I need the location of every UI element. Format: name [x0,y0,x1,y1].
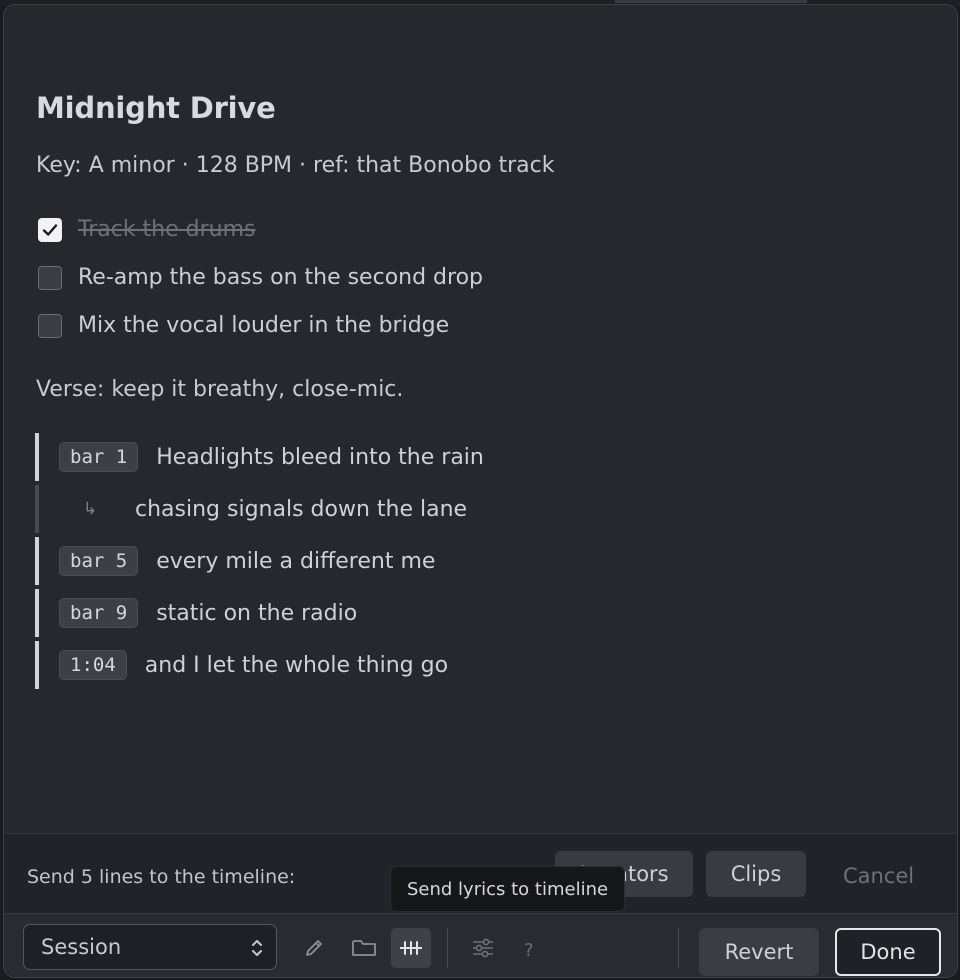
pencil-icon [306,940,322,956]
chevron-up-down-icon [252,940,262,956]
lyric-text: and I let the whole thing go [144,652,449,678]
toolbar-divider [447,928,448,968]
todo-label: Re-amp the bass on the second drop [78,265,484,290]
lyric-text: static on the radio [156,600,358,626]
lyric-line-continuation[interactable]: ↳ chasing signals down the lane [35,485,739,533]
bar-tag[interactable]: bar 9 [59,598,139,628]
lyric-line[interactable]: bar 1 Headlights bleed into the rain [35,433,739,481]
todo-item[interactable]: Mix the vocal louder in the bridge [38,313,449,338]
toolbar-divider [678,928,679,968]
send-to-timeline-button[interactable] [391,928,431,968]
lyric-text: every mile a different me [156,548,436,574]
todo-label: Track the drums [78,217,256,242]
todo-item[interactable]: Re-amp the bass on the second drop [38,265,483,290]
folder-icon [352,940,376,956]
time-tag[interactable]: 1:04 [59,650,127,680]
revert-button[interactable]: Revert [699,928,819,976]
select-value: Session [41,935,122,959]
mixer-button[interactable] [463,928,503,968]
verse-note: Verse: keep it breathy, close-mic. [36,377,404,402]
lyric-line[interactable]: bar 9 static on the radio [35,589,739,637]
background-tab-edge [615,0,807,3]
todo-label: Mix the vocal louder in the bridge [78,313,450,338]
cancel-button[interactable]: Cancel [843,864,914,888]
bar-tag[interactable]: bar 1 [59,442,139,472]
bar-tag[interactable]: bar 5 [59,546,139,576]
session-select[interactable]: Session [23,924,277,970]
checkmark-icon [42,223,58,236]
note-title: Midnight Drive [36,91,276,125]
done-button[interactable]: Done [835,928,941,976]
lyric-text: chasing signals down the lane [135,496,468,522]
tooltip: Send lyrics to timeline [390,866,626,912]
timeline-markers-icon [400,941,422,955]
checkbox[interactable] [38,265,62,290]
continuation-arrow-icon: ↳ [83,499,98,519]
lyric-line[interactable]: 1:04 and I let the whole thing go [35,641,739,689]
help-button[interactable]: ? [524,940,534,961]
bottom-toolbar: Session ? Revert Done [4,913,957,977]
edit-button[interactable] [294,928,334,968]
clips-button[interactable]: Clips [706,851,806,897]
send-label: Send 5 lines to the timeline: [27,866,296,888]
sliders-icon [473,938,493,958]
checkbox-checked[interactable] [38,217,62,242]
lyrics-note-panel: Midnight Drive Key: A minor · 128 BPM · … [3,4,958,978]
lyric-line[interactable]: bar 5 every mile a different me [35,537,739,585]
note-meta: Key: A minor · 128 BPM · ref: that Bonob… [36,153,555,178]
checkbox[interactable] [38,313,62,338]
folder-button[interactable] [344,928,384,968]
todo-item[interactable]: Track the drums [38,217,256,242]
lyric-text: Headlights bleed into the rain [156,444,484,470]
